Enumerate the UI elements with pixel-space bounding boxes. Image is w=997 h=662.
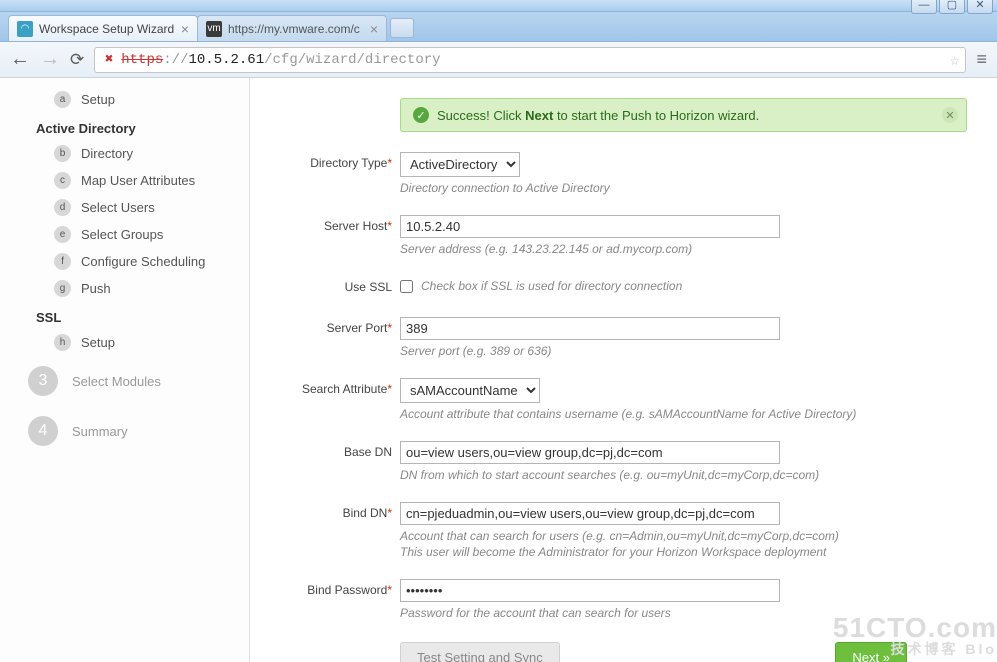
server-host-label: Server Host* [260, 215, 400, 233]
tab-title: Workspace Setup Wizard [39, 22, 174, 36]
back-button[interactable]: ← [10, 48, 30, 71]
reload-button[interactable]: ⟳ [70, 50, 84, 70]
use-ssl-checkbox[interactable] [400, 280, 413, 293]
use-ssl-label: Use SSL [260, 276, 400, 294]
step-badge-icon: a [54, 91, 71, 108]
bind-dn-input[interactable] [400, 502, 780, 525]
server-host-hint: Server address (e.g. 143.23.22.145 or ad… [400, 242, 967, 256]
success-alert: ✓ Success! Click Next to start the Push … [400, 98, 967, 132]
sidebar-item-label: Select Groups [81, 227, 163, 242]
url-scheme: https [121, 52, 163, 68]
base-dn-hint: DN from which to start account searches … [400, 468, 967, 482]
use-ssl-hint: Check box if SSL is used for directory c… [421, 279, 682, 293]
step-badge-icon: h [54, 334, 71, 351]
sidebar-item-label: Select Modules [72, 374, 161, 389]
server-host-input[interactable] [400, 215, 780, 238]
url-host: 10.5.2.61 [188, 52, 264, 68]
browser-menu-icon[interactable]: ≡ [976, 49, 987, 70]
sidebar-item-configure-scheduling[interactable]: f Configure Scheduling [20, 248, 239, 275]
search-attribute-hint: Account attribute that contains username… [400, 407, 967, 421]
step-number-icon: 3 [28, 366, 58, 396]
bind-password-hint: Password for the account that can search… [400, 606, 967, 620]
directory-type-hint: Directory connection to Active Directory [400, 181, 967, 195]
check-circle-icon: ✓ [413, 107, 429, 123]
insecure-lock-icon: ✖ [101, 52, 117, 68]
bind-dn-label: Bind DN* [260, 502, 400, 520]
sidebar-item-label: Directory [81, 146, 133, 161]
step-badge-icon: b [54, 145, 71, 162]
sidebar-step-summary[interactable]: 4 Summary [20, 406, 239, 456]
alert-text: Success! Click Next to start the Push to… [437, 108, 759, 123]
url-path: /cfg/wizard/directory [264, 52, 440, 68]
sidebar-item-map-user-attributes[interactable]: c Map User Attributes [20, 167, 239, 194]
bookmark-star-icon[interactable]: ☆ [950, 50, 960, 70]
bind-password-input[interactable] [400, 579, 780, 602]
window-titlebar: — ▢ ✕ [0, 0, 997, 12]
sidebar-item-setup[interactable]: a Setup [20, 86, 239, 113]
minimize-button[interactable]: — [911, 0, 937, 14]
server-port-label: Server Port* [260, 317, 400, 335]
wizard-sidebar: a Setup Active Directory b Directory c Map… [0, 78, 250, 662]
sidebar-item-select-groups[interactable]: e Select Groups [20, 221, 239, 248]
sidebar-section-ssl: SSL [20, 302, 239, 329]
close-window-button[interactable]: ✕ [967, 0, 993, 14]
close-tab-icon[interactable]: × [370, 22, 378, 36]
step-badge-icon: d [54, 199, 71, 216]
sidebar-item-label: Push [81, 281, 111, 296]
directory-type-select[interactable]: ActiveDirectory [400, 152, 520, 177]
sidebar-item-label: Configure Scheduling [81, 254, 205, 269]
sidebar-item-select-users[interactable]: d Select Users [20, 194, 239, 221]
base-dn-label: Base DN [260, 441, 400, 459]
browser-toolbar: ← → ⟳ ✖ https://10.5.2.61/cfg/wizard/dir… [0, 42, 997, 78]
step-badge-icon: g [54, 280, 71, 297]
server-port-hint: Server port (e.g. 389 or 636) [400, 344, 967, 358]
alert-close-icon[interactable]: ✕ [942, 107, 958, 123]
step-badge-icon: e [54, 226, 71, 243]
close-tab-icon[interactable]: × [181, 22, 189, 36]
test-setting-button[interactable]: Test Setting and Sync [400, 642, 560, 662]
step-badge-icon: f [54, 253, 71, 270]
browser-tabs-bar: ◠ Workspace Setup Wizard × vm https://my… [0, 12, 997, 42]
sidebar-item-label: Select Users [81, 200, 155, 215]
sidebar-item-label: Summary [72, 424, 128, 439]
maximize-button[interactable]: ▢ [939, 0, 965, 14]
step-number-icon: 4 [28, 416, 58, 446]
base-dn-input[interactable] [400, 441, 780, 464]
forward-button[interactable]: → [40, 48, 60, 71]
server-port-input[interactable] [400, 317, 780, 340]
tab-workspace-wizard[interactable]: ◠ Workspace Setup Wizard × [8, 15, 198, 41]
bind-dn-hint1: Account that can search for users (e.g. … [400, 529, 967, 543]
tab-vmware[interactable]: vm https://my.vmware.com/c × [197, 15, 387, 41]
step-badge-icon: c [54, 172, 71, 189]
next-button[interactable]: Next » [835, 642, 907, 662]
new-tab-button[interactable] [390, 18, 414, 38]
sidebar-item-label: Setup [81, 92, 115, 107]
vmware-favicon-icon: vm [206, 21, 222, 37]
address-bar[interactable]: ✖ https://10.5.2.61/cfg/wizard/directory… [94, 47, 966, 73]
bind-password-label: Bind Password* [260, 579, 400, 597]
directory-type-label: Directory Type* [260, 152, 400, 170]
sidebar-item-directory[interactable]: b Directory [20, 140, 239, 167]
sidebar-item-label: Map User Attributes [81, 173, 195, 188]
sidebar-step-select-modules[interactable]: 3 Select Modules [20, 356, 239, 406]
sidebar-item-push[interactable]: g Push [20, 275, 239, 302]
wizard-main-panel: ✓ Success! Click Next to start the Push … [250, 78, 997, 662]
sidebar-section-active-directory: Active Directory [20, 113, 239, 140]
bind-dn-hint2: This user will become the Administrator … [400, 545, 967, 559]
search-attribute-label: Search Attribute* [260, 378, 400, 396]
workspace-favicon-icon: ◠ [17, 21, 33, 37]
tab-title: https://my.vmware.com/c [228, 22, 360, 36]
sidebar-item-ssl-setup[interactable]: h Setup [20, 329, 239, 356]
search-attribute-select[interactable]: sAMAccountName [400, 378, 540, 403]
sidebar-item-label: Setup [81, 335, 115, 350]
